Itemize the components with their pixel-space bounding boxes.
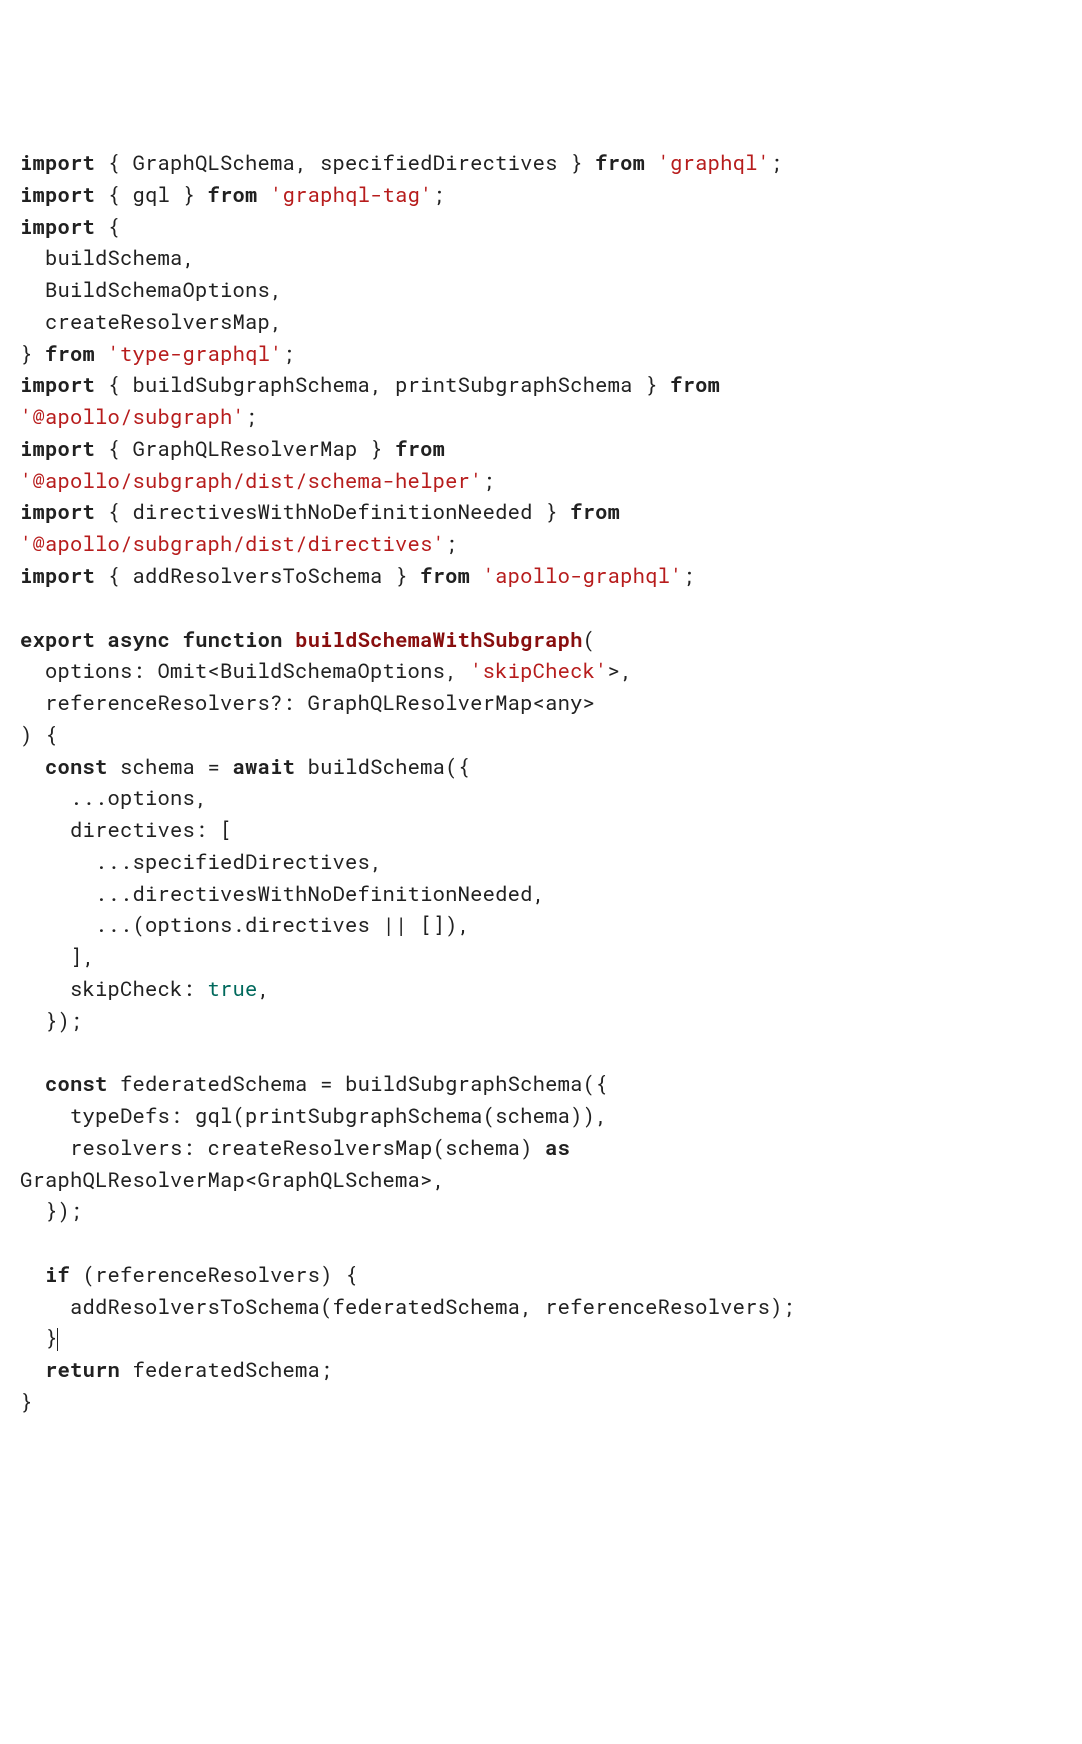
code-token: from [45, 340, 95, 367]
code-token: addResolversToSchema(federatedSchema, re… [20, 1293, 795, 1320]
code-token: { [95, 213, 120, 240]
code-token: as [545, 1134, 570, 1161]
code-token: } [20, 1388, 33, 1415]
code-token: '@apollo/subgraph' [20, 403, 245, 430]
code-token: ( [583, 626, 596, 653]
code-token: federatedSchema; [120, 1356, 333, 1383]
code-token: 'apollo-graphql' [483, 562, 683, 589]
code-token: { buildSubgraphSchema, printSubgraphSche… [95, 371, 670, 398]
code-token: } [20, 1324, 58, 1351]
code-token [470, 562, 483, 589]
code-token: from [595, 149, 645, 176]
code-token: import [20, 371, 95, 398]
code-token: } [20, 340, 45, 367]
code-token: ; [245, 403, 258, 430]
code-token: import [20, 435, 95, 462]
code-token: ; [483, 467, 496, 494]
code-token: (referenceResolvers) { [70, 1261, 358, 1288]
code-token: '@apollo/subgraph/dist/directives' [20, 530, 445, 557]
code-token: export [20, 626, 95, 653]
code-token: from [420, 562, 470, 589]
code-token [258, 181, 271, 208]
code-token: federatedSchema = buildSubgraphSchema({ [108, 1070, 608, 1097]
text-cursor [57, 1328, 58, 1352]
code-token: { gql } [95, 181, 208, 208]
code-token: 'graphql-tag' [270, 181, 433, 208]
code-token: ; [683, 562, 696, 589]
code-token: import [20, 562, 95, 589]
code-block: import { GraphQLSchema, specifiedDirecti… [20, 147, 1062, 1418]
code-token: from [570, 498, 620, 525]
code-token: options: Omit<BuildSchemaOptions, [20, 657, 470, 684]
code-token: >, [608, 657, 633, 684]
code-token: referenceResolvers?: GraphQLResolverMap<… [20, 689, 595, 716]
code-token: resolvers: createResolversMap(schema) [20, 1134, 545, 1161]
code-token: skipCheck: [20, 975, 208, 1002]
code-token: '@apollo/subgraph/dist/schema-helper' [20, 467, 483, 494]
code-token: ; [433, 181, 446, 208]
code-token: }); [20, 1197, 83, 1224]
code-token: ...(options.directives || []), [20, 911, 470, 938]
code-token: ], [20, 943, 95, 970]
code-token: buildSchema, [20, 244, 195, 271]
code-token: BuildSchemaOptions, [20, 276, 283, 303]
code-token: return [45, 1356, 120, 1383]
code-token: ...specifiedDirectives, [20, 848, 383, 875]
code-token: ...directivesWithNoDefinitionNeeded, [20, 880, 545, 907]
code-token: ; [445, 530, 458, 557]
code-token: 'graphql' [658, 149, 771, 176]
code-token: if [45, 1261, 70, 1288]
code-token: import [20, 149, 95, 176]
code-token: schema = [108, 753, 233, 780]
code-token: from [395, 435, 445, 462]
code-token: from [208, 181, 258, 208]
code-token: { GraphQLSchema, specifiedDirectives } [95, 149, 595, 176]
code-token: typeDefs: gql(printSubgraphSchema(schema… [20, 1102, 608, 1129]
code-token: true [208, 975, 258, 1002]
code-token: { addResolversToSchema } [95, 562, 420, 589]
code-token [20, 753, 45, 780]
code-token: from [670, 371, 720, 398]
code-token: async [108, 626, 171, 653]
code-token [95, 340, 108, 367]
code-token: createResolversMap, [20, 308, 283, 335]
code-token: directives: [ [20, 816, 233, 843]
code-token: await [233, 753, 296, 780]
code-token: GraphQLResolverMap<GraphQLSchema>, [20, 1166, 445, 1193]
code-token [283, 626, 296, 653]
code-token: { GraphQLResolverMap } [95, 435, 395, 462]
code-token: 'skipCheck' [470, 657, 608, 684]
code-token [645, 149, 658, 176]
code-token: { directivesWithNoDefinitionNeeded } [95, 498, 570, 525]
code-token: buildSchema({ [295, 753, 470, 780]
code-token: }); [20, 1007, 83, 1034]
code-token [95, 626, 108, 653]
code-token [170, 626, 183, 653]
code-token: ; [770, 149, 783, 176]
code-token [20, 1070, 45, 1097]
code-token: const [45, 1070, 108, 1097]
code-token [20, 1261, 45, 1288]
code-token: ) { [20, 721, 58, 748]
code-token [20, 1356, 45, 1383]
code-token: ; [283, 340, 296, 367]
code-token: buildSchemaWithSubgraph [295, 626, 583, 653]
code-token: function [183, 626, 283, 653]
code-token: import [20, 498, 95, 525]
code-token: 'type-graphql' [108, 340, 283, 367]
code-token: ...options, [20, 784, 208, 811]
code-token: , [258, 975, 271, 1002]
code-token: import [20, 181, 95, 208]
code-token: const [45, 753, 108, 780]
code-token: import [20, 213, 95, 240]
